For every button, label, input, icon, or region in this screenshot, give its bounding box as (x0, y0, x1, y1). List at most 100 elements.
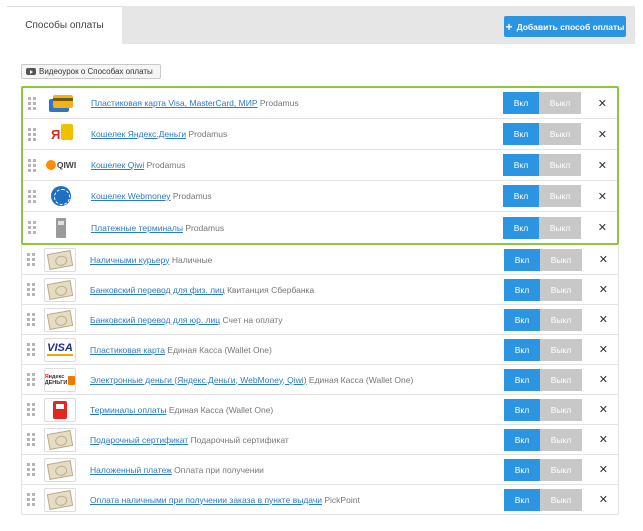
payment-method-name: Банковский перевод для физ. лиц Квитанци… (90, 285, 314, 295)
enable-button[interactable]: Вкл (504, 368, 540, 391)
red-terminal-icon (44, 397, 76, 422)
payment-method-name: Оплата наличными при получении заказа в … (90, 495, 360, 505)
enable-button[interactable]: Вкл (504, 428, 540, 451)
delete-icon[interactable]: ✕ (599, 463, 608, 476)
payment-method-link[interactable]: Терминалы оплаты (90, 405, 166, 415)
enable-button[interactable]: Вкл (504, 248, 540, 271)
delete-icon[interactable]: ✕ (599, 313, 608, 326)
payment-method-link[interactable]: Кошелек Яндекс.Деньги (91, 129, 186, 139)
yandex-dengi-icon: Яндекс ДЕНЬГИ (44, 367, 76, 392)
delete-icon[interactable]: ✕ (599, 343, 608, 356)
enable-button[interactable]: Вкл (504, 488, 540, 511)
enable-button[interactable]: Вкл (503, 216, 539, 239)
yandex-money-icon: Я (45, 122, 77, 146)
drag-handle-icon[interactable] (27, 282, 41, 298)
disable-button[interactable]: Выкл (540, 368, 582, 391)
disable-button[interactable]: Выкл (540, 488, 582, 511)
enable-button[interactable]: Вкл (503, 123, 539, 145)
payment-method-name: Банковский перевод для юр. лиц Счет на о… (90, 315, 283, 325)
disable-button[interactable]: Выкл (540, 398, 582, 421)
drag-handle-icon[interactable] (27, 402, 41, 418)
delete-icon[interactable]: ✕ (598, 190, 607, 203)
drag-handle-icon[interactable] (27, 432, 41, 448)
disable-button[interactable]: Выкл (540, 308, 582, 331)
payment-method-link[interactable]: Платежные терминалы (91, 223, 183, 233)
payment-method-link[interactable]: Банковский перевод для юр. лиц (90, 315, 220, 325)
enable-button[interactable]: Вкл (504, 278, 540, 301)
other-methods-group: Наличными курьеру Наличные Вкл Выкл ✕ Банков… (21, 245, 619, 515)
payment-method-row: Оплата наличными при получении заказа в … (21, 485, 619, 515)
disable-button[interactable]: Выкл (540, 458, 582, 481)
delete-icon[interactable]: ✕ (598, 221, 607, 234)
payment-method-row: Подарочный сертификат Подарочный сертифи… (21, 425, 619, 455)
payment-provider: Наличные (171, 254, 213, 265)
drag-handle-icon[interactable] (27, 342, 41, 358)
payment-provider: Единая Касса (Wallet One) (168, 404, 274, 415)
disable-button[interactable]: Выкл (539, 123, 581, 145)
delete-icon[interactable]: ✕ (598, 97, 607, 110)
cash-icon (44, 277, 76, 302)
video-tutorial-button[interactable]: Видеоурок о Способах оплаты (21, 64, 161, 79)
delete-icon[interactable]: ✕ (599, 373, 608, 386)
bank-cards-icon (45, 91, 77, 115)
drag-handle-icon[interactable] (27, 492, 41, 508)
payment-method-name: Кошелек Яндекс.Деньги Prodamus (91, 129, 227, 139)
delete-icon[interactable]: ✕ (599, 433, 608, 446)
payment-method-name: Терминалы оплаты Единая Касса (Wallet On… (90, 405, 273, 415)
payment-provider: PickPoint (324, 494, 360, 505)
payment-methods-list: Пластиковая карта Visa, MasterCard, МИР … (21, 86, 619, 515)
enable-button[interactable]: Вкл (503, 185, 539, 207)
payment-provider: Prodamus (259, 98, 299, 108)
payment-method-link[interactable]: Наличными курьеру (90, 255, 170, 265)
enable-button[interactable]: Вкл (503, 154, 539, 176)
video-button-label: Видеоурок о Способах оплаты (39, 67, 153, 76)
disable-button[interactable]: Выкл (539, 154, 581, 176)
tab-bar: Способы оплаты + Добавить способ оплаты (7, 6, 635, 44)
payment-method-link[interactable]: Подарочный сертификат (90, 435, 188, 445)
payment-provider: Prodamus (146, 160, 186, 170)
disable-button[interactable]: Выкл (540, 428, 582, 451)
drag-handle-icon[interactable] (28, 126, 42, 142)
payment-method-name: Пластиковая карта Единая Касса (Wallet O… (90, 345, 272, 355)
drag-handle-icon[interactable] (28, 157, 42, 173)
delete-icon[interactable]: ✕ (598, 128, 607, 141)
drag-handle-icon[interactable] (28, 220, 42, 236)
qiwi-icon: QIWI (45, 153, 77, 177)
payment-method-link[interactable]: Кошелек Webmoney (91, 191, 171, 201)
enable-button[interactable]: Вкл (503, 92, 539, 114)
enable-button[interactable]: Вкл (504, 308, 540, 331)
disable-button[interactable]: Выкл (539, 216, 581, 239)
disable-button[interactable]: Выкл (540, 338, 582, 361)
drag-handle-icon[interactable] (27, 372, 41, 388)
payment-method-name: Подарочный сертификат Подарочный сертифи… (90, 435, 289, 445)
webmoney-icon (45, 184, 77, 208)
delete-icon[interactable]: ✕ (599, 283, 608, 296)
payment-method-row: QIWI Кошелек Qiwi Prodamus Вкл Выкл ✕ (23, 150, 617, 181)
disable-button[interactable]: Выкл (539, 185, 581, 207)
delete-icon[interactable]: ✕ (599, 493, 608, 506)
delete-icon[interactable]: ✕ (599, 253, 608, 266)
delete-icon[interactable]: ✕ (598, 159, 607, 172)
payment-method-link[interactable]: Пластиковая карта (90, 345, 165, 355)
payment-method-row: Банковский перевод для физ. лиц Квитанци… (21, 275, 619, 305)
tab-payment-methods[interactable]: Способы оплаты (7, 6, 122, 44)
payment-method-link[interactable]: Оплата наличными при получении заказа в … (90, 495, 322, 505)
enable-button[interactable]: Вкл (504, 338, 540, 361)
enable-button[interactable]: Вкл (504, 458, 540, 481)
add-payment-method-button[interactable]: + Добавить способ оплаты (504, 16, 626, 37)
payment-method-link[interactable]: Наложенный платеж (90, 465, 172, 475)
drag-handle-icon[interactable] (27, 252, 41, 268)
drag-handle-icon[interactable] (27, 462, 41, 478)
drag-handle-icon[interactable] (28, 95, 42, 111)
disable-button[interactable]: Выкл (540, 248, 582, 271)
disable-button[interactable]: Выкл (539, 92, 581, 114)
disable-button[interactable]: Выкл (540, 278, 582, 301)
drag-handle-icon[interactable] (28, 188, 42, 204)
drag-handle-icon[interactable] (27, 312, 41, 328)
payment-method-link[interactable]: Пластиковая карта Visa, MasterCard, МИР (91, 98, 258, 108)
payment-method-link[interactable]: Кошелек Qiwi (91, 160, 144, 170)
payment-method-link[interactable]: Электронные деньги (Яндекс.Деньги, WebMo… (90, 375, 307, 385)
enable-button[interactable]: Вкл (504, 398, 540, 421)
delete-icon[interactable]: ✕ (599, 403, 608, 416)
payment-method-link[interactable]: Банковский перевод для физ. лиц (90, 285, 225, 295)
